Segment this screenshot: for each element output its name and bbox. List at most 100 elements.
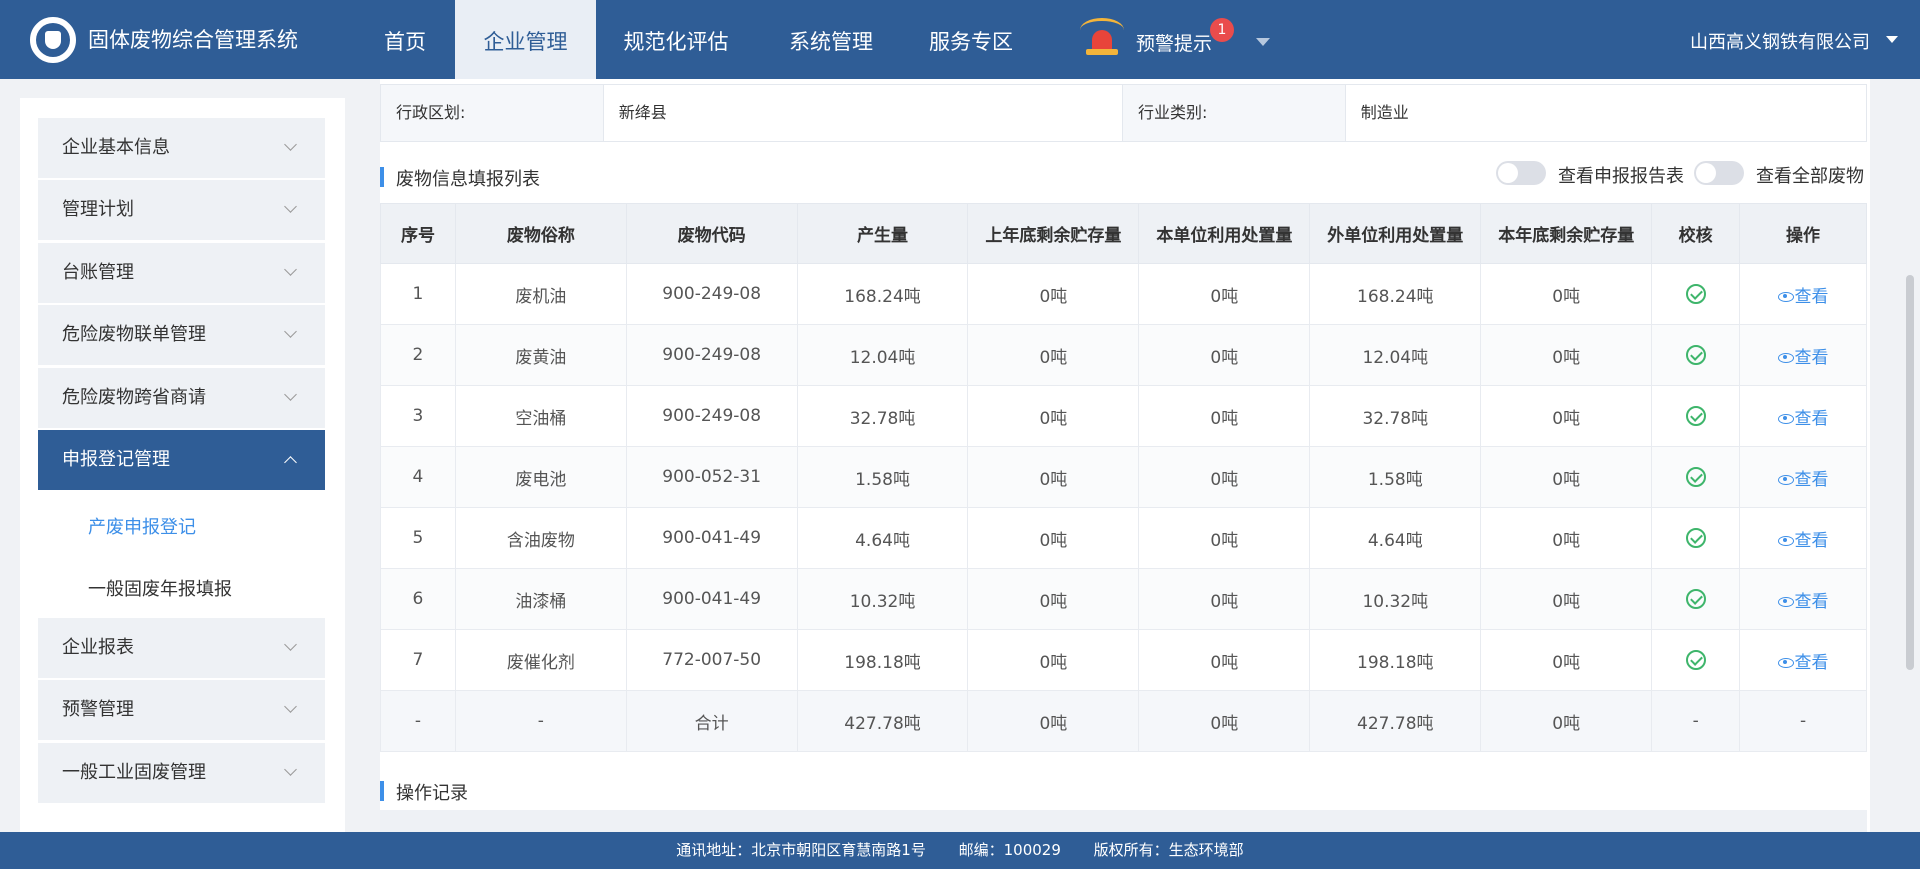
table-cell: 0吨 <box>967 324 1140 386</box>
operation-record-title: 操作记录 <box>380 779 468 805</box>
alert-count-badge: 1 <box>1210 18 1234 42</box>
sidebar-item-label: 一般工业固废管理 <box>62 762 206 783</box>
view-label: 查看 <box>1794 591 1829 612</box>
table-cell: 0吨 <box>1480 629 1653 691</box>
sidebar-subitem-waste-declaration[interactable]: 产废申报登记 <box>88 513 196 539</box>
table-cell: 4.64吨 <box>1309 507 1482 569</box>
table-total-row: - - 合计 427.78吨 0吨 0吨 427.78吨 0吨 - - <box>380 690 1867 752</box>
action-cell: 查看 <box>1739 629 1867 691</box>
report-table-toggle-label: 查看申报报告表 <box>1558 166 1684 187</box>
total-cell: 合计 <box>625 690 798 752</box>
chevron-up-icon <box>284 456 297 469</box>
table-cell: 0吨 <box>1480 568 1653 630</box>
view-label: 查看 <box>1794 347 1829 368</box>
table-cell: 772-007-50 <box>625 629 798 691</box>
table-cell: 0吨 <box>967 446 1140 508</box>
table-cell: 4.64吨 <box>796 507 969 569</box>
sidebar-item-reports[interactable]: 企业报表 <box>38 618 325 678</box>
chevron-down-icon <box>284 388 297 401</box>
industry-value: 制造业 <box>1360 103 1409 122</box>
sidebar-item-enterprise-info[interactable]: 企业基本信息 <box>38 118 325 178</box>
view-button[interactable]: 查看 <box>1777 286 1829 307</box>
col-header: 序号 <box>380 203 456 264</box>
table-cell: 0吨 <box>1138 324 1311 386</box>
view-label: 查看 <box>1794 286 1829 307</box>
sidebar-item-warning[interactable]: 预警管理 <box>38 680 325 740</box>
region-label: 行政区划: <box>381 85 604 141</box>
view-button[interactable]: 查看 <box>1777 653 1829 673</box>
total-cell: 427.78吨 <box>1309 690 1482 752</box>
table-cell: 3 <box>380 385 456 447</box>
sidebar-item-general-industrial[interactable]: 一般工业固废管理 <box>38 743 325 803</box>
check-circle-icon <box>1685 345 1706 365</box>
table-cell: 1.58吨 <box>796 446 969 508</box>
account-caret-icon[interactable] <box>1886 36 1898 43</box>
footer-address: 通讯地址：北京市朝阳区育慧南路1号 <box>676 841 926 859</box>
check-cell <box>1651 568 1741 630</box>
region-value: 新绛县 <box>604 85 1123 141</box>
view-button[interactable]: 查看 <box>1777 469 1829 490</box>
check-cell <box>1651 385 1741 447</box>
sidebar-item-ledger[interactable]: 台账管理 <box>38 243 325 303</box>
report-table-toggle[interactable] <box>1496 161 1546 185</box>
chevron-down-icon <box>284 138 297 151</box>
sidebar-item-declaration[interactable]: 申报登记管理 <box>38 430 325 490</box>
action-cell: 查看 <box>1739 446 1867 508</box>
eye-icon <box>1777 291 1794 302</box>
eye-icon <box>1777 352 1794 363</box>
industry-label: 行业类别: <box>1123 85 1346 141</box>
sidebar-item-cross-province[interactable]: 危险废物跨省商请 <box>38 368 325 428</box>
check-cell <box>1651 446 1741 508</box>
view-label: 查看 <box>1794 469 1829 490</box>
table-cell: 10.32吨 <box>796 568 969 630</box>
view-button[interactable]: 查看 <box>1777 409 1829 429</box>
table-header-row: 序号 废物俗称 废物代码 产生量 上年底剩余贮存量 本单位利用处置量 外单位利用… <box>380 203 1867 264</box>
operation-record-table-header <box>380 810 1867 832</box>
alert-link[interactable]: 预警提示 <box>1136 29 1212 56</box>
table-cell: 0吨 <box>1480 324 1653 386</box>
col-header: 校核 <box>1651 203 1741 264</box>
sidebar-item-manifest[interactable]: 危险废物联单管理 <box>38 305 325 365</box>
nav-home[interactable]: 首页 <box>355 0 455 79</box>
nav-system-management[interactable]: 系统管理 <box>756 0 906 79</box>
eye-icon <box>1777 535 1794 546</box>
table-row: 2 废黄油 900-249-08 12.04吨 0吨 0吨 12.04吨 0吨 查看 <box>380 324 1867 386</box>
company-account-menu[interactable]: 山西高义钢铁有限公司 <box>1690 28 1870 54</box>
total-cell: 0吨 <box>967 690 1140 752</box>
chevron-down-icon <box>284 200 297 213</box>
sidebar-item-management-plan[interactable]: 管理计划 <box>38 180 325 240</box>
sidebar-item-label: 管理计划 <box>62 199 134 220</box>
table-cell: 168.24吨 <box>796 263 969 325</box>
all-waste-toggle[interactable] <box>1694 161 1744 185</box>
sidebar-item-label: 企业报表 <box>62 637 134 658</box>
table-cell: 2 <box>380 324 456 386</box>
alarm-light-icon[interactable] <box>1080 18 1124 58</box>
table-cell: 32.78吨 <box>796 385 969 447</box>
table-cell: 0吨 <box>1138 446 1311 508</box>
table-row: 3 空油桶 900-249-08 32.78吨 0吨 0吨 32.78吨 0吨 查看 <box>380 385 1867 447</box>
check-circle-icon <box>1685 589 1706 609</box>
view-button[interactable]: 查看 <box>1777 591 1829 612</box>
nav-standardization-assessment[interactable]: 规范化评估 <box>596 0 756 79</box>
alert-dropdown-caret-icon[interactable] <box>1256 38 1270 46</box>
table-cell: 0吨 <box>967 263 1140 325</box>
table-cell: 12.04吨 <box>796 324 969 386</box>
check-cell <box>1651 324 1741 386</box>
nav-enterprise-management[interactable]: 企业管理 <box>455 0 596 79</box>
nav-service-zone[interactable]: 服务专区 <box>906 0 1036 79</box>
table-cell: 含油废物 <box>454 507 627 569</box>
view-button[interactable]: 查看 <box>1777 347 1829 368</box>
view-button[interactable]: 查看 <box>1777 531 1829 551</box>
check-cell <box>1651 263 1741 325</box>
total-cell: - <box>1739 690 1867 752</box>
chevron-down-icon <box>284 325 297 338</box>
total-cell: 0吨 <box>1480 690 1653 752</box>
sidebar-subitem-general-annual-report[interactable]: 一般固废年报填报 <box>88 575 232 601</box>
page-scrollbar[interactable] <box>1906 275 1914 670</box>
table-cell: 7 <box>380 629 456 691</box>
table-cell: 32.78吨 <box>1309 385 1482 447</box>
table-cell: 0吨 <box>967 385 1140 447</box>
check-circle-icon <box>1685 284 1706 304</box>
sidebar-item-label: 危险废物联单管理 <box>62 324 206 345</box>
table-cell: 0吨 <box>1138 629 1311 691</box>
